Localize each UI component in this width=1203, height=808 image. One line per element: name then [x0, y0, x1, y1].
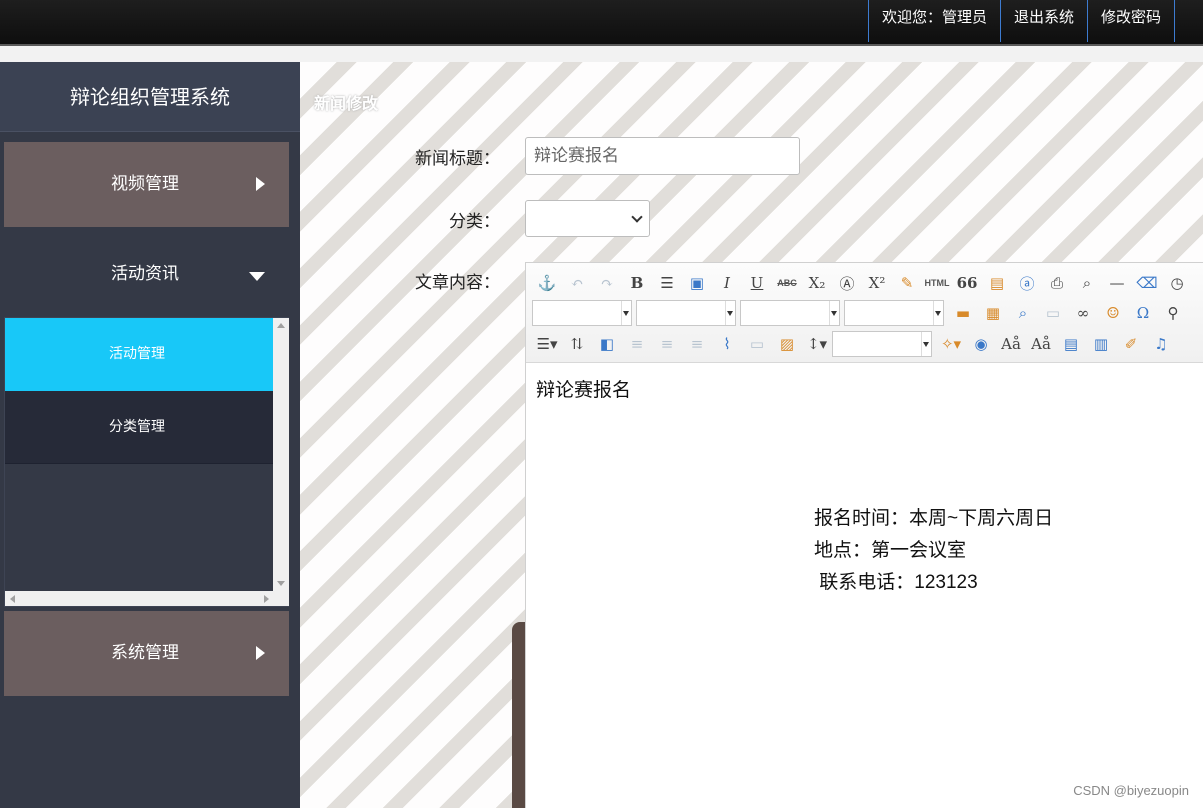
- menu-activity-label: 活动资讯: [111, 264, 179, 284]
- title-label: 新闻标题：: [415, 149, 500, 169]
- subscript-icon[interactable]: X₂: [802, 271, 832, 295]
- watermark: CSDN @biyezuopin: [1073, 783, 1189, 798]
- font-size-select[interactable]: [740, 300, 840, 326]
- music-icon[interactable]: ♫: [1146, 332, 1176, 356]
- content-label: 文章内容：: [415, 273, 500, 293]
- line-spacing-icon[interactable]: ↕▾: [802, 332, 832, 356]
- row-spacing-icon[interactable]: ⇅: [562, 332, 592, 356]
- background-icon[interactable]: ▤: [1056, 332, 1086, 356]
- menu-system[interactable]: 系统管理: [4, 611, 289, 696]
- insert-frame-icon[interactable]: ◧: [592, 332, 622, 356]
- font-decrease-icon[interactable]: Aå: [1026, 332, 1056, 356]
- menu-video[interactable]: 视频管理: [4, 142, 289, 227]
- image-edit-icon[interactable]: ▣: [682, 271, 712, 295]
- bold-icon[interactable]: B: [622, 271, 652, 295]
- scroll-up-icon[interactable]: [277, 323, 285, 328]
- print-icon[interactable]: ⎙: [1042, 271, 1072, 295]
- horizontal-scrollbar[interactable]: [5, 591, 289, 606]
- toolbar-row-2: ▬ ▦ ⌕ ▭ ∞ ☺ Ω ⚲: [532, 298, 1188, 328]
- magic-wand-icon[interactable]: ✧▾: [936, 332, 966, 356]
- find-icon[interactable]: ⚲: [1158, 301, 1188, 325]
- screenshot-icon[interactable]: ▭: [1038, 301, 1068, 325]
- top-gap: [0, 46, 1203, 62]
- image-gallery-icon[interactable]: ▦: [978, 301, 1008, 325]
- indent-icon[interactable]: ☰: [652, 271, 682, 295]
- top-nav: 欢迎您：管理员 退出系统 修改密码: [867, 0, 1175, 42]
- sidebar: 辩论组织管理系统 视频管理 活动资讯 活动管理 分类管理 系统管理: [0, 62, 300, 808]
- font-family-select[interactable]: [636, 300, 736, 326]
- horizontal-rule-icon[interactable]: —: [1102, 271, 1132, 295]
- quote-icon[interactable]: 66: [952, 271, 982, 295]
- toolbar-row-1: ⚓ ↶ ↷ B ☰ ▣ I U ABC X₂ Ⓐ X² ✎ HTML 66 ▤ …: [532, 268, 1192, 298]
- welcome-text: 欢迎您：管理员: [867, 0, 1000, 42]
- search-replace-icon[interactable]: ⌕: [1008, 301, 1038, 325]
- content-heading: 辩论赛报名: [536, 380, 632, 401]
- eraser-icon[interactable]: ⌫: [1132, 271, 1162, 295]
- underline-icon[interactable]: U: [742, 271, 772, 295]
- page-break-icon[interactable]: ▭: [742, 332, 772, 356]
- superscript-icon[interactable]: X²: [862, 271, 892, 295]
- template-icon[interactable]: ▥: [1086, 332, 1116, 356]
- category-select[interactable]: [525, 200, 650, 237]
- logout-link[interactable]: 退出系统: [999, 0, 1087, 42]
- scroll-down-icon[interactable]: [277, 581, 285, 586]
- chevron-down-icon: [631, 211, 643, 223]
- category-label: 分类：: [449, 212, 500, 232]
- attachment-icon[interactable]: ⌇: [712, 332, 742, 356]
- align-right-icon[interactable]: ≡: [682, 332, 712, 356]
- menu-activity[interactable]: 活动资讯: [4, 232, 289, 317]
- editor-toolbar: ⚓ ↶ ↷ B ☰ ▣ I U ABC X₂ Ⓐ X² ✎ HTML 66 ▤ …: [526, 263, 1203, 363]
- align-left-icon[interactable]: ≡: [622, 332, 652, 356]
- submenu-item-activity-manage[interactable]: 活动管理: [5, 318, 273, 391]
- content-line-phone: 联系电话：123123: [814, 572, 978, 593]
- activity-submenu: 活动管理 分类管理: [4, 317, 289, 607]
- change-password-link[interactable]: 修改密码: [1086, 0, 1175, 42]
- scrawl-icon[interactable]: ✐: [1116, 332, 1146, 356]
- chevron-right-icon: [256, 177, 265, 191]
- top-bar: 欢迎您：管理员 退出系统 修改密码: [0, 0, 1203, 44]
- news-title-input[interactable]: 辩论赛报名: [525, 137, 800, 175]
- custom-style-select[interactable]: [832, 331, 932, 357]
- font-border-icon[interactable]: Ⓐ: [832, 271, 862, 295]
- paste-icon[interactable]: ▤: [982, 271, 1012, 295]
- editor-content[interactable]: 辩论赛报名 报名时间：本周~下周六周日 地点：第一会议室 联系电话：123123: [526, 363, 1203, 808]
- align-icon[interactable]: ☰▾: [532, 332, 562, 356]
- html-icon[interactable]: HTML: [922, 271, 952, 295]
- content-line-signup-time: 报名时间：本周~下周六周日: [814, 508, 1054, 529]
- font-increase-icon[interactable]: Aå: [996, 332, 1026, 356]
- chevron-right-icon: [256, 646, 265, 660]
- special-char-icon[interactable]: Ω: [1128, 301, 1158, 325]
- redo-icon[interactable]: ↷: [592, 271, 622, 295]
- word-image-icon[interactable]: ▨: [772, 332, 802, 356]
- italic-icon[interactable]: I: [712, 271, 742, 295]
- main-content: 新闻修改 新闻标题： 辩论赛报名 分类： 文章内容： ⚓ ↶ ↷ B ☰ ▣ I…: [300, 62, 1203, 808]
- menu-video-label: 视频管理: [111, 174, 179, 194]
- align-center-icon[interactable]: ≡: [652, 332, 682, 356]
- rich-text-editor[interactable]: ⚓ ↶ ↷ B ☰ ▣ I U ABC X₂ Ⓐ X² ✎ HTML 66 ▤ …: [525, 262, 1203, 808]
- undo-icon[interactable]: ↶: [562, 271, 592, 295]
- scroll-right-icon[interactable]: [264, 595, 269, 603]
- breadcrumb: 新闻修改: [314, 94, 379, 113]
- map-icon[interactable]: ◉: [966, 332, 996, 356]
- system-title: 辩论组织管理系统: [0, 62, 300, 132]
- background-figure: [512, 622, 526, 808]
- emoticon-icon[interactable]: ☺: [1098, 301, 1128, 325]
- menu-system-label: 系统管理: [111, 643, 179, 663]
- insert-image-icon[interactable]: ▬: [948, 301, 978, 325]
- toolbar-row-3: ☰▾ ⇅ ◧ ≡ ≡ ≡ ⌇ ▭ ▨ ↕▾ ✧▾ ◉ Aå Aå ▤ ▥ ✐ ♫: [532, 329, 1176, 359]
- preview-icon[interactable]: ⌕: [1072, 271, 1102, 295]
- vertical-scrollbar[interactable]: [273, 318, 289, 591]
- scroll-left-icon[interactable]: [10, 595, 15, 603]
- paste-text-icon[interactable]: ⓐ: [1012, 271, 1042, 295]
- chevron-down-icon: [249, 272, 265, 281]
- content-line-location: 地点：第一会议室: [814, 540, 967, 561]
- strikethrough-icon[interactable]: ABC: [772, 271, 802, 295]
- paragraph-format-select[interactable]: [532, 300, 632, 326]
- format-brush-icon[interactable]: ✎: [892, 271, 922, 295]
- submenu-item-category-manage[interactable]: 分类管理: [5, 391, 273, 464]
- line-height-select[interactable]: [844, 300, 944, 326]
- anchor-icon[interactable]: ⚓: [532, 271, 562, 295]
- time-icon[interactable]: ◷: [1162, 271, 1192, 295]
- link-icon[interactable]: ∞: [1068, 301, 1098, 325]
